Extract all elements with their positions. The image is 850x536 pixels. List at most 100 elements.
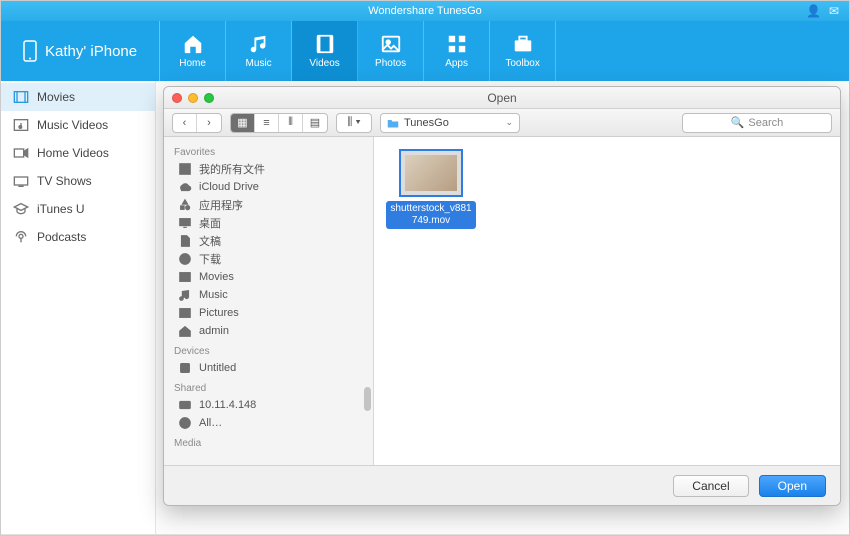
fav-label: 10.11.4.148	[199, 399, 256, 411]
apps-icon	[446, 33, 468, 55]
music-icon	[248, 33, 270, 55]
sidebar-item-tv-shows[interactable]: TV Shows	[1, 167, 155, 195]
fav-label: Pictures	[199, 307, 239, 319]
group-icon: ⫼ ▾	[337, 114, 371, 132]
tab-videos[interactable]: Videos	[292, 21, 358, 81]
favorite-item-6[interactable]: Movies	[164, 268, 373, 286]
shared-item-0[interactable]: 10.11.4.148	[164, 396, 373, 414]
fav-label: 文稿	[199, 233, 221, 249]
nav-buttons: ‹ ›	[172, 113, 222, 133]
film-icon	[314, 33, 336, 55]
favorite-item-7[interactable]: Music	[164, 286, 373, 304]
tab-home-label: Home	[179, 58, 206, 69]
favorite-item-8[interactable]: Pictures	[164, 304, 373, 322]
phone-icon	[23, 40, 37, 62]
shared-item-1[interactable]: All…	[164, 414, 373, 432]
open-button[interactable]: Open	[759, 475, 826, 497]
globe-icon	[178, 416, 192, 430]
sidebar-item-itunes-u[interactable]: iTunes U	[1, 195, 155, 223]
tab-music[interactable]: Music	[226, 21, 292, 81]
fav-label: 应用程序	[199, 197, 243, 213]
devices-header: Devices	[164, 340, 373, 359]
sidebar-label: Music Videos	[37, 118, 108, 132]
tab-toolbox-label: Toolbox	[505, 58, 539, 69]
sidebar-item-music-videos[interactable]: Music Videos	[1, 111, 155, 139]
dialog-search-input[interactable]: 🔍 Search	[682, 113, 832, 133]
disk-icon	[178, 361, 192, 375]
fav-label: 下载	[199, 251, 221, 267]
column-view-button[interactable]: ⫴	[279, 114, 303, 132]
sidebar-item-movies[interactable]: Movies	[1, 83, 155, 111]
dialog-footer: Cancel Open	[164, 465, 840, 505]
sidebar-item-home-videos[interactable]: Home Videos	[1, 139, 155, 167]
list-view-button[interactable]: ≡	[255, 114, 279, 132]
movies-icon	[13, 90, 29, 104]
icon-view-button[interactable]: ▦	[231, 114, 255, 132]
cancel-button[interactable]: Cancel	[673, 475, 748, 497]
file-thumbnail	[399, 149, 463, 197]
device-name: Kathy' iPhone	[45, 43, 137, 60]
favorite-item-0[interactable]: 我的所有文件	[164, 160, 373, 178]
tab-photos-label: Photos	[375, 58, 406, 69]
path-label: TunesGo	[404, 117, 449, 129]
fav-label: 桌面	[199, 215, 221, 231]
coverflow-view-button[interactable]: ▤	[303, 114, 327, 132]
fav-label: iCloud Drive	[199, 181, 259, 193]
fav-label: admin	[199, 325, 229, 337]
itunes-u-icon	[13, 202, 29, 216]
tab-videos-label: Videos	[309, 58, 339, 69]
dialog-title: Open	[164, 91, 840, 105]
cloud-icon	[178, 180, 192, 194]
fav-label: Music	[199, 289, 228, 301]
path-dropdown[interactable]: TunesGo ⌄	[380, 113, 520, 133]
sidebar-item-podcasts[interactable]: Podcasts	[1, 223, 155, 251]
forward-button[interactable]: ›	[197, 114, 221, 132]
sidebar-label: TV Shows	[37, 174, 92, 188]
group-dropdown[interactable]: ⫼ ▾	[336, 113, 372, 133]
home-icon	[178, 324, 192, 338]
app-title: Wondershare TunesGo	[368, 5, 482, 17]
fav-label: All…	[199, 417, 222, 429]
chevron-down-icon: ⌄	[505, 117, 513, 128]
feedback-icon[interactable]: ✉	[829, 1, 839, 21]
open-dialog: Open ‹ › ▦ ≡ ⫴ ▤ ⫼ ▾ TunesGo ⌄ 🔍 Search …	[163, 86, 841, 506]
favorite-item-5[interactable]: 下载	[164, 250, 373, 268]
device-item-0[interactable]: Untitled	[164, 359, 373, 377]
home-videos-icon	[13, 146, 29, 160]
app-titlebar: Wondershare TunesGo 👤 ✉	[1, 1, 849, 21]
tab-home[interactable]: Home	[160, 21, 226, 81]
tab-photos[interactable]: Photos	[358, 21, 424, 81]
favorite-item-2[interactable]: 应用程序	[164, 196, 373, 214]
file-grid: shutterstock_v881749.mov	[374, 137, 840, 465]
scrollbar-thumb[interactable]	[364, 387, 371, 411]
device-selector[interactable]: Kathy' iPhone	[1, 21, 160, 81]
favorite-item-1[interactable]: iCloud Drive	[164, 178, 373, 196]
fav-label: Movies	[199, 271, 234, 283]
user-icon[interactable]: 👤	[806, 1, 821, 21]
sidebar-label: Podcasts	[37, 230, 86, 244]
media-header: Media	[164, 432, 373, 451]
file-item[interactable]: shutterstock_v881749.mov	[386, 149, 476, 229]
app-toolbar: Kathy' iPhone Home Music Videos Photos A…	[1, 21, 849, 81]
sidebar-label: iTunes U	[37, 202, 85, 216]
sidebar-label: Movies	[37, 90, 75, 104]
tab-apps[interactable]: Apps	[424, 21, 490, 81]
pictures-icon	[178, 306, 192, 320]
favorite-item-9[interactable]: admin	[164, 322, 373, 340]
favorite-item-4[interactable]: 文稿	[164, 232, 373, 250]
titlebar-icons: 👤 ✉	[806, 1, 839, 21]
back-button[interactable]: ‹	[173, 114, 197, 132]
toolbox-icon	[512, 33, 534, 55]
doc-icon	[178, 234, 192, 248]
favorite-item-3[interactable]: 桌面	[164, 214, 373, 232]
download-icon	[178, 252, 192, 266]
podcasts-icon	[13, 230, 29, 244]
server-icon	[178, 398, 192, 412]
sidebar-label: Home Videos	[37, 146, 109, 160]
tab-toolbox[interactable]: Toolbox	[490, 21, 556, 81]
desktop-icon	[178, 216, 192, 230]
music-icon	[178, 288, 192, 302]
dialog-sidebar: Favorites 我的所有文件iCloud Drive应用程序桌面文稿下载Mo…	[164, 137, 374, 465]
tab-music-label: Music	[246, 58, 272, 69]
photo-icon	[380, 33, 402, 55]
